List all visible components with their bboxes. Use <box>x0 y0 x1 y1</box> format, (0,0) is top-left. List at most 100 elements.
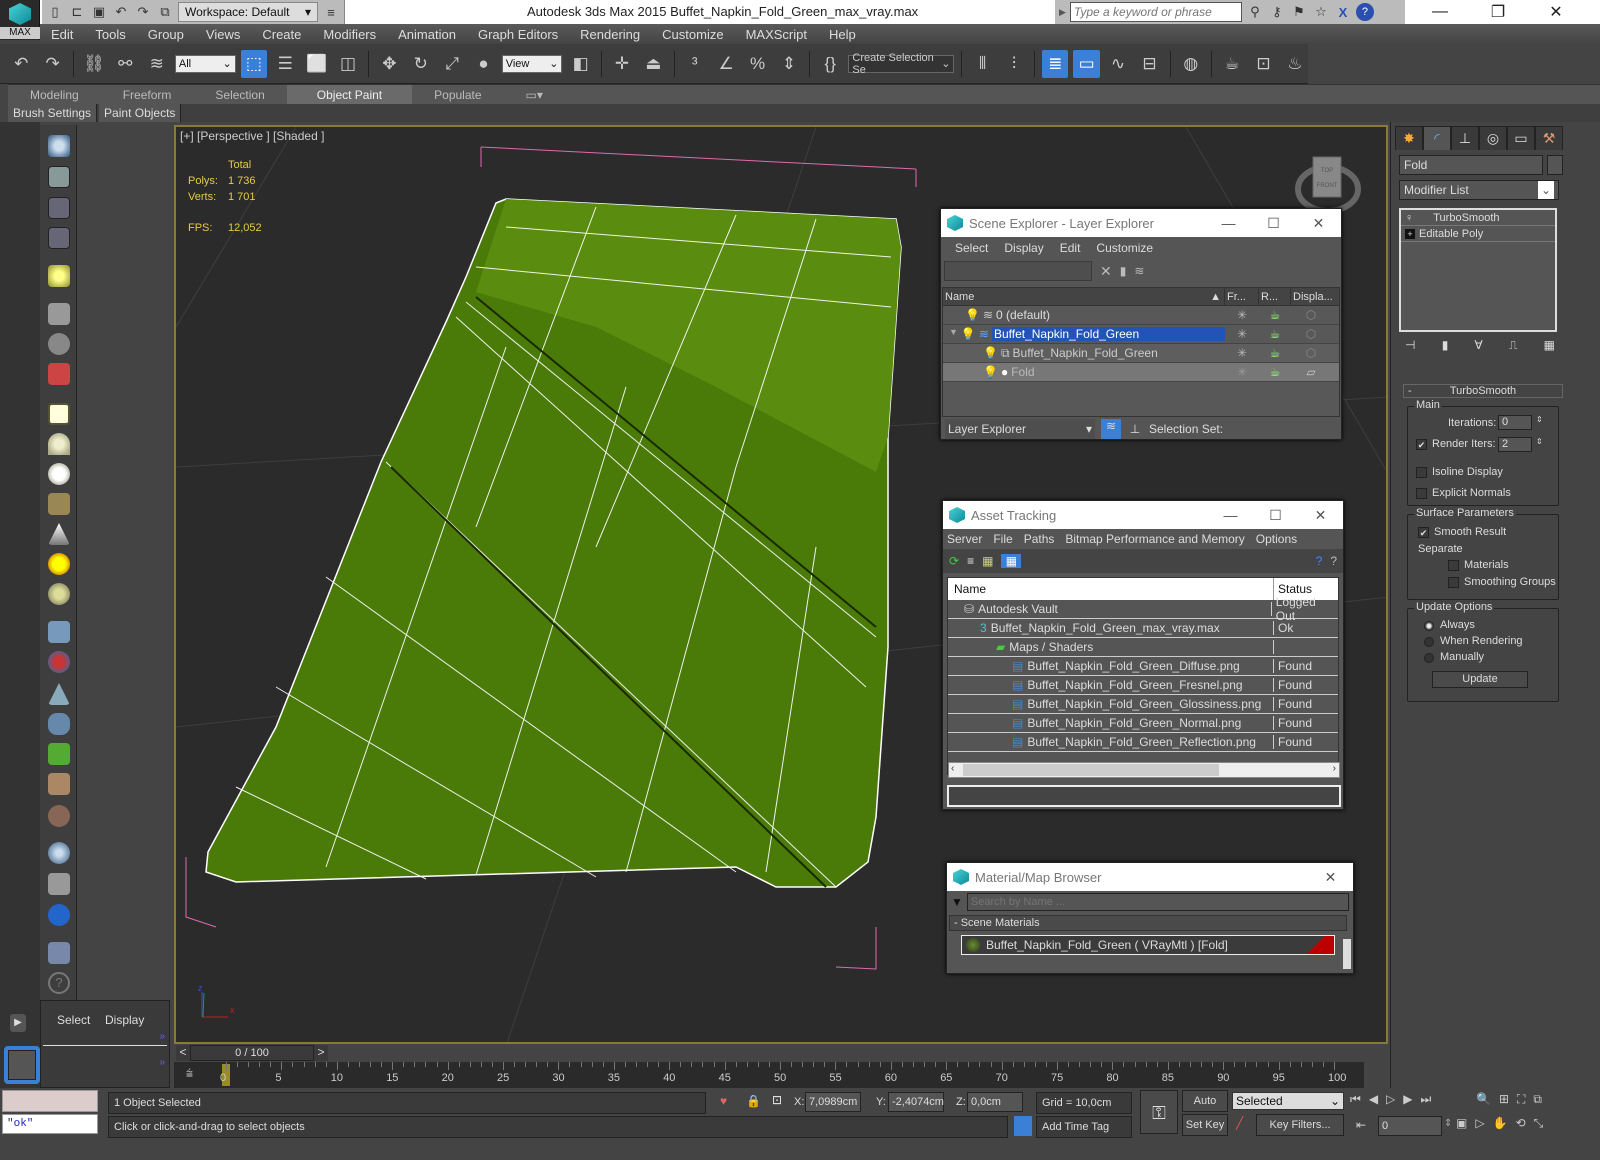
scene-explorer-titlebar[interactable]: Scene Explorer - Layer Explorer — ☐ ✕ <box>941 209 1341 237</box>
key-mode-toggle-icon[interactable]: ⇤ <box>1356 1118 1366 1132</box>
align-icon[interactable]: ⫶ <box>1001 50 1027 78</box>
menu-help[interactable]: Help <box>818 27 867 42</box>
plane-icon[interactable] <box>48 683 70 705</box>
rendered-frame-window-icon[interactable]: ⊡ <box>1250 50 1276 78</box>
menu-tools[interactable]: Tools <box>84 27 136 42</box>
render-list-icon[interactable] <box>48 197 70 219</box>
ribbon-options-icon[interactable]: ▭▾ <box>504 85 565 105</box>
scroll-left-icon[interactable]: ‹ <box>951 763 954 774</box>
tab-selection[interactable]: Selection <box>193 85 286 105</box>
angle-snap-icon[interactable]: ∠ <box>713 50 739 78</box>
close-button[interactable]: ✕ <box>1296 215 1341 232</box>
menu-customize[interactable]: Customize <box>1096 241 1153 255</box>
project-folder-icon[interactable]: ⧉ <box>156 3 174 21</box>
update-button[interactable]: Update <box>1432 671 1528 688</box>
column-display[interactable]: Displa... <box>1291 288 1333 305</box>
menu-display[interactable]: Display <box>1004 241 1043 255</box>
dome-camera-icon[interactable] <box>48 333 70 355</box>
separate-smoothing-groups-checkbox[interactable] <box>1448 577 1459 588</box>
column-freeze[interactable]: Fr... <box>1225 288 1259 305</box>
key-filters-button[interactable]: Key Filters... <box>1256 1114 1344 1136</box>
close-button[interactable]: ✕ <box>1536 0 1576 24</box>
binoculars-search-icon[interactable]: ⚲ <box>1246 3 1264 21</box>
asset-row[interactable]: ▰ Maps / Shaders <box>948 638 1338 657</box>
menu-group[interactable]: Group <box>137 27 195 42</box>
pivot-center-icon[interactable]: ◧ <box>567 50 593 78</box>
material-icon[interactable] <box>48 873 70 895</box>
display-tab-icon[interactable]: ▭ <box>1507 126 1535 150</box>
asset-row[interactable]: 3 Buffet_Napkin_Fold_Green_max_vray.max Ok <box>948 619 1338 638</box>
sphere-light-icon[interactable] <box>48 463 70 485</box>
close-button[interactable]: ✕ <box>1298 507 1343 524</box>
add-to-layer-icon[interactable]: ▮ <box>1120 264 1127 278</box>
object-color-swatch[interactable] <box>1547 155 1563 175</box>
display-box-icon[interactable]: ⬡ <box>1291 327 1331 341</box>
undo-icon[interactable]: ↶ <box>8 50 34 78</box>
double-chevron-icon[interactable]: » <box>159 1031 165 1042</box>
asset-row[interactable]: ▤ Buffet_Napkin_Fold_Green_Reflection.png… <box>948 733 1338 752</box>
update-manually-radio[interactable] <box>1424 653 1434 663</box>
menu-server[interactable]: Server <box>947 532 982 546</box>
move-icon[interactable]: ✥ <box>376 50 402 78</box>
zoom-extents-all-icon[interactable]: ⧉ <box>1533 1092 1542 1107</box>
modifier-list-dropdown[interactable]: Modifier List ⌄ <box>1399 180 1559 200</box>
displacement-icon[interactable] <box>48 713 70 735</box>
menu-customize[interactable]: Customize <box>651 27 734 42</box>
smooth-result-checkbox[interactable]: ✔ <box>1418 527 1429 538</box>
undo-icon[interactable]: ↶ <box>112 3 130 21</box>
orbit-icon[interactable]: ⟲ <box>1516 1116 1526 1131</box>
refresh-icon[interactable]: ⟳ <box>949 554 959 568</box>
hierarchy-tab-icon[interactable]: ⊥ <box>1451 126 1479 150</box>
light-lister-icon[interactable] <box>48 265 70 287</box>
explorer-type-dropdown[interactable]: Layer Explorer ▾ <box>945 419 1095 439</box>
sun-icon[interactable] <box>48 553 70 575</box>
display-shaded-icon[interactable]: ▱ <box>1291 365 1331 379</box>
time-tag-icon[interactable] <box>1014 1116 1032 1136</box>
separate-materials-checkbox[interactable] <box>1448 560 1459 571</box>
dome-light-icon[interactable] <box>48 433 70 455</box>
menu-create[interactable]: Create <box>251 27 312 42</box>
exchange-apps-icon[interactable]: X <box>1334 3 1352 21</box>
help-icon[interactable]: ? <box>1330 554 1337 568</box>
horizontal-scrollbar[interactable]: ‹ › <box>948 762 1340 778</box>
menu-views[interactable]: Views <box>195 27 251 42</box>
expand-triangle-icon[interactable]: ▼ <box>949 327 958 341</box>
place-icon[interactable]: ● <box>470 50 496 78</box>
motion-tab-icon[interactable]: ◎ <box>1479 126 1507 150</box>
time-configuration-icon[interactable]: ▣ <box>1456 1116 1467 1131</box>
snaps-toggle-icon[interactable]: ³ <box>682 50 708 78</box>
add-time-tag[interactable]: Add Time Tag <box>1036 1116 1132 1138</box>
column-render[interactable]: R... <box>1259 288 1291 305</box>
lightbulb-icon[interactable]: 💡 <box>983 346 998 361</box>
thumbnail-view-icon[interactable]: ▦ <box>982 554 993 568</box>
window-crossing-icon[interactable]: ◫ <box>335 50 361 78</box>
rectangular-selection-icon[interactable]: ⬜ <box>303 50 329 78</box>
keyboard-shortcut-override-icon[interactable]: ⏏ <box>640 50 666 78</box>
vray-frame-buffer-icon[interactable] <box>48 904 70 926</box>
vertical-scrollbar[interactable] <box>1343 939 1351 969</box>
material-browser-titlebar[interactable]: Material/Map Browser ✕ <box>947 863 1353 891</box>
tab-modeling[interactable]: Modeling <box>8 85 101 105</box>
double-chevron-icon[interactable]: » <box>159 1057 165 1068</box>
minimize-button[interactable]: — <box>1208 507 1253 524</box>
stack-item[interactable]: + Editable Poly <box>1401 226 1555 242</box>
menu-maxscript[interactable]: MAXScript <box>735 27 818 42</box>
scroll-right-icon[interactable]: › <box>1333 763 1336 774</box>
asset-row[interactable]: ▤ Buffet_Napkin_Fold_Green_Glossiness.png… <box>948 695 1338 714</box>
iterations-spinner[interactable]: 0 <box>1498 415 1532 430</box>
menu-modifiers[interactable]: Modifiers <box>312 27 387 42</box>
field-of-view-icon[interactable]: ▷ <box>1475 1116 1484 1131</box>
favorites-star-icon[interactable]: ☆ <box>1312 3 1330 21</box>
go-to-end-icon[interactable]: ⏭ <box>1421 1092 1432 1107</box>
render-iters-checkbox[interactable]: ✔ <box>1416 439 1427 450</box>
list-view-icon[interactable]: ≡ <box>967 554 974 568</box>
spinner-arrows-icon[interactable]: ⇕ <box>1536 437 1543 446</box>
lightbulb-icon[interactable]: 💡 <box>983 365 998 379</box>
object-row[interactable]: 💡 ⧉ Buffet_Napkin_Fold_Green ✳ ☕ ⬡ <box>943 344 1339 363</box>
render-teapot-icon[interactable]: ☕ <box>1259 346 1291 360</box>
panel-brush-settings[interactable]: Brush Settings <box>8 104 98 122</box>
plane-light-icon[interactable] <box>48 403 70 425</box>
edit-named-selection-icon[interactable]: {} <box>817 50 843 78</box>
expand-panel-icon[interactable]: ▶ <box>10 1014 26 1032</box>
selection-lock-icon[interactable]: 🔒 <box>746 1094 761 1108</box>
